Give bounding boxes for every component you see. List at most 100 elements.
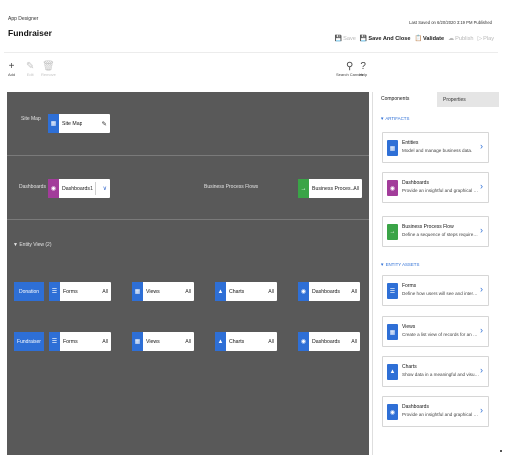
component-card-forms[interactable]: ☰ Forms Define how users will see and in… — [382, 275, 489, 306]
charts-icon: ▲ — [387, 364, 398, 380]
chevron-right-icon: › — [480, 225, 483, 235]
fundraiser-views-tile[interactable]: ▦ Views All — [132, 332, 194, 351]
bpf-section-label: Business Process Flows — [204, 184, 259, 190]
card-description: Provide an insightful and graphical over… — [402, 412, 480, 417]
card-title: Charts — [402, 364, 417, 370]
donation-views-tile[interactable]: ▦ Views All — [132, 282, 194, 301]
tile-count: All — [351, 288, 357, 295]
dashboards-tile[interactable]: ◉ Dashboards 1 ∨ — [48, 179, 110, 198]
entity-view-label: Entity View (2) — [19, 242, 52, 248]
play-label: Play — [483, 35, 494, 42]
tile-count: All — [185, 338, 191, 345]
sitemap-tile[interactable]: ▦ Site Map ✎ — [48, 114, 110, 133]
header-actions: 💾 Save 💾 Save And Close 📋 Validate ☁ Pub… — [334, 35, 494, 43]
donation-charts-tile[interactable]: ▲ Charts All — [215, 282, 277, 301]
section-divider — [7, 155, 369, 156]
dashboards-icon: ◉ — [48, 179, 59, 198]
help-button[interactable]: ? Help — [359, 61, 367, 77]
play-icon: ▷ — [477, 36, 483, 42]
card-description: Create a list view of records for an ent… — [402, 332, 480, 337]
tile-count: All — [102, 288, 108, 295]
component-card-business-process-flow[interactable]: → Business Process Flow Define a sequenc… — [382, 216, 489, 247]
views-icon: ▦ — [387, 324, 398, 340]
edit-label: Edit — [26, 72, 34, 77]
remove-button[interactable]: 🗑 Remove — [41, 61, 56, 77]
dashboards-icon: ◉ — [387, 404, 398, 420]
component-card-entities[interactable]: ▦ Entities Model and manage business dat… — [382, 132, 489, 163]
publish-label: Publish — [455, 35, 474, 42]
card-description: Model and manage business data. — [402, 148, 473, 153]
tab-components[interactable]: Components — [375, 92, 437, 107]
save-close-icon: 💾 — [359, 36, 368, 42]
component-card-dashboards[interactable]: ◉ Dashboards Provide an insightful and g… — [382, 172, 489, 203]
edit-sitemap-icon[interactable]: ✎ — [102, 120, 107, 128]
donation-forms-tile[interactable]: ☰ Forms All — [49, 282, 111, 301]
save-status: Last Saved on 6/20/2020 3:19 PM Publishe… — [409, 20, 492, 25]
help-icon: ? — [360, 61, 366, 72]
card-description: Define how users will see and interact w… — [402, 291, 480, 296]
add-button[interactable]: + Add — [8, 61, 15, 77]
designer-canvas: Site Map ▦ Site Map ✎ Dashboards ◉ Dashb… — [7, 92, 369, 455]
publish-button[interactable]: ☁ Publish — [448, 35, 474, 43]
play-button[interactable]: ▷ Play — [477, 35, 494, 43]
save-and-close-label: Save And Close — [368, 35, 411, 42]
resize-handle — [500, 450, 502, 452]
tile-count: All — [268, 338, 274, 345]
tile-label: Views — [146, 288, 160, 295]
views-icon: ▦ — [132, 282, 143, 301]
component-card-charts[interactable]: ▲ Charts Show data in a meaningful and v… — [382, 356, 489, 387]
chevron-down-icon[interactable]: ∨ — [103, 185, 107, 192]
views-icon: ▦ — [132, 332, 143, 351]
dashboards-section-label: Dashboards — [19, 184, 46, 190]
sitemap-tile-label: Site Map — [62, 120, 83, 127]
charts-icon: ▲ — [215, 332, 226, 351]
tile-count: All — [351, 338, 357, 345]
entity-donation-button[interactable]: Donation — [14, 282, 44, 301]
save-button[interactable]: 💾 Save — [334, 35, 356, 43]
tab-properties[interactable]: Properties — [437, 92, 499, 107]
chevron-right-icon: › — [480, 405, 483, 415]
bpf-count: All — [353, 185, 359, 192]
caret-down-icon: ▼ — [13, 242, 18, 248]
dashboards-tile-label: Dashboards — [62, 185, 90, 192]
publish-icon: ☁ — [448, 36, 455, 42]
entity-fundraiser-button[interactable]: Fundraiser — [14, 332, 44, 351]
forms-icon: ☰ — [49, 332, 60, 351]
components-panel: Components Properties ▼ ARTIFACTS ▦ Enti… — [372, 92, 499, 455]
card-description: Show data in a meaningful and visual re.… — [402, 372, 480, 377]
command-toolbar: + Add ✎ Edit 🗑 Remove ⚲ Search Canvas ? … — [4, 52, 498, 90]
process-flow-icon: → — [387, 224, 398, 240]
fundraiser-charts-tile[interactable]: ▲ Charts All — [215, 332, 277, 351]
save-and-close-button[interactable]: 💾 Save And Close — [359, 35, 411, 43]
trash-icon: 🗑 — [42, 61, 55, 72]
validate-label: Validate — [422, 35, 445, 42]
artifacts-group-header[interactable]: ▼ ARTIFACTS — [380, 116, 409, 121]
entity-assets-group-header[interactable]: ▼ ENTITY ASSETS — [380, 262, 419, 267]
plus-icon: + — [8, 61, 15, 72]
validate-button[interactable]: 📋 Validate — [414, 35, 445, 43]
remove-label: Remove — [41, 72, 56, 77]
edit-button[interactable]: ✎ Edit — [26, 61, 34, 77]
bpf-tile-label: Business Proces... — [312, 185, 355, 192]
donation-dashboards-tile[interactable]: ◉ Dashboards All — [298, 282, 360, 301]
tile-label: Charts — [229, 288, 245, 295]
save-icon: 💾 — [334, 36, 343, 42]
card-title: Forms — [402, 283, 417, 289]
search-icon: ⚲ — [346, 61, 354, 72]
tile-label: Forms — [63, 338, 78, 345]
tile-label: Dashboards — [312, 288, 340, 295]
entity-view-toggle[interactable]: ▼ Entity View (2) — [13, 242, 52, 248]
component-card-views[interactable]: ▦ Views Create a list view of records fo… — [382, 316, 489, 347]
tile-count: All — [268, 288, 274, 295]
chevron-right-icon: › — [480, 325, 483, 335]
fundraiser-dashboards-tile[interactable]: ◉ Dashboards All — [298, 332, 360, 351]
tile-label: Forms — [63, 288, 78, 295]
save-button-label: Save — [343, 35, 356, 42]
component-card-dashboards-asset[interactable]: ◉ Dashboards Provide an insightful and g… — [382, 396, 489, 427]
app-header: App Designer Fundraiser Last Saved on 6/… — [4, 6, 498, 44]
pencil-icon: ✎ — [26, 61, 35, 72]
bpf-tile[interactable]: → Business Proces... All — [298, 179, 362, 198]
fundraiser-forms-tile[interactable]: ☰ Forms All — [49, 332, 111, 351]
card-title: Views — [402, 324, 416, 330]
card-title: Entities — [402, 140, 419, 146]
